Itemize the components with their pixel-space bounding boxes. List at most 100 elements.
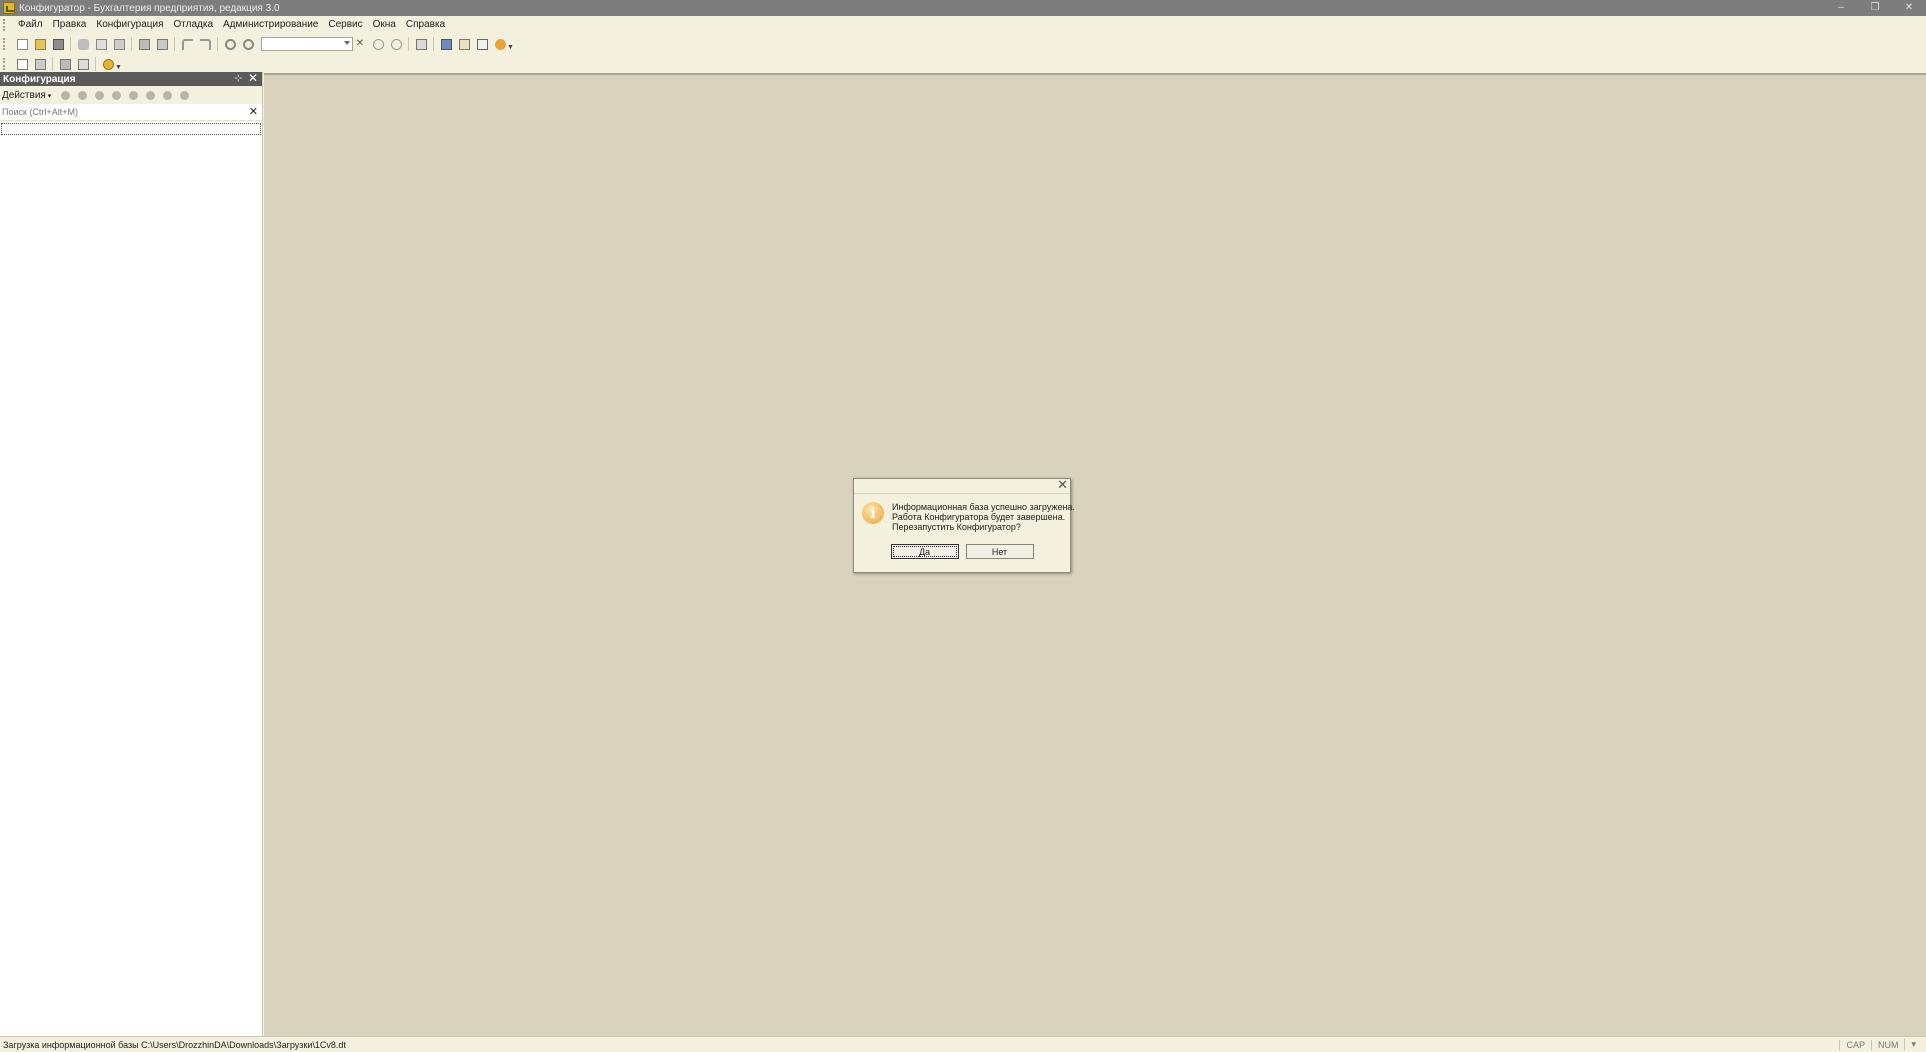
configuration-search-input[interactable] [0,106,244,118]
copy-button[interactable] [93,36,109,52]
clear-search-icon[interactable]: ✕ [249,105,258,118]
new-document-button[interactable] [14,36,30,52]
arrow-up-icon [129,90,139,100]
dialog-body: i Информационная база успешно загружена.… [854,494,1075,532]
delete-button[interactable] [110,88,124,102]
find-button[interactable] [222,36,238,52]
edit-button[interactable] [76,88,90,102]
close-panel-icon[interactable]: ✕ [248,71,258,85]
toolbar-separator [131,37,132,51]
open-button[interactable] [32,36,48,52]
toolbar-more-icon[interactable]: ▼ [507,44,514,51]
magnifier-icon [242,38,254,50]
close-window-button[interactable]: ✕ [1892,0,1926,16]
menu-file[interactable]: Файл [13,16,48,34]
pin-icon[interactable]: ⊹ [234,73,242,84]
no-button[interactable]: Нет [965,544,1034,559]
window-titlebar: Конфигуратор - Бухгалтерия предприятия, … [0,0,1926,16]
filter-icon [180,90,190,100]
window-title: Конфигуратор - Бухгалтерия предприятия, … [19,2,280,14]
num-lock-indicator: NUM [1870,1039,1905,1050]
save-icon [52,38,64,50]
configuration-search-bar: ✕ [0,104,262,121]
yes-button[interactable]: Да [890,544,959,559]
menu-windows[interactable]: Окна [368,16,401,34]
help-book-icon [476,38,488,50]
chevron-down-icon[interactable] [344,41,350,45]
menu-grip[interactable] [3,19,7,31]
toolbar-grip[interactable] [3,38,7,50]
find-icon [224,38,236,50]
printer-icon [138,38,150,50]
compare-icon [77,58,89,70]
toolbar-separator [95,57,96,71]
update-db-icon [59,58,71,70]
window-controls: – ❐ ✕ [1824,0,1926,16]
toolbar-separator [408,37,409,51]
app-logo-icon [3,2,15,14]
minimize-button[interactable]: – [1824,0,1858,16]
menu-administration[interactable]: Администрирование [218,16,323,34]
search-next-button[interactable] [388,36,404,52]
caps-lock-indicator: CAP [1839,1039,1871,1050]
menu-help[interactable]: Справка [401,16,450,34]
toolbar-separator [433,37,434,51]
compare-button[interactable] [75,56,91,72]
debug-start-button[interactable] [438,36,454,52]
config-tree-icon [16,58,28,70]
find-next-button[interactable] [240,36,256,52]
undo-button[interactable] [179,36,195,52]
status-bar: Загрузка информационной базы C:\Users\Dr… [0,1036,1926,1052]
configuration-tree[interactable] [1,123,261,135]
search-prev-button[interactable] [370,36,386,52]
dialog-message-line: Информационная база успешно загружена. [892,502,1075,512]
configuration-toolbar: ▼ [0,54,1926,74]
window-list-button[interactable] [413,36,429,52]
menu-debug[interactable]: Отладка [168,16,218,34]
db-config-button[interactable] [32,56,48,72]
update-db-button[interactable] [57,56,73,72]
toolbar-grip[interactable] [3,58,7,70]
workspace-area [264,73,1926,1036]
dialog-message-line: Перезапустить Конфигуратор? [892,522,1021,532]
book-search-icon [458,38,470,50]
save-button[interactable] [50,36,66,52]
status-menu-icon[interactable]: ▾ [1904,1039,1922,1050]
sort-icon [163,90,173,100]
print-button[interactable] [136,36,152,52]
print-preview-button[interactable] [154,36,170,52]
clear-search-icon[interactable]: ✕ [355,37,365,51]
open-config-button[interactable] [14,56,30,72]
search-combobox[interactable] [261,37,353,51]
db-config-icon [34,58,46,70]
add-button[interactable] [59,88,73,102]
cut-button[interactable] [75,36,91,52]
paste-button[interactable] [111,36,127,52]
toolbar-separator [52,57,53,71]
menu-edit[interactable]: Правка [48,16,92,34]
dialog-message-line: Работа Конфигуратора будет завершена. [892,512,1066,522]
copy-item-button[interactable] [93,88,107,102]
restart-dialog: ✕ i Информационная база успешно загружен… [853,478,1075,573]
scissors-icon [77,38,89,50]
menu-configuration[interactable]: Конфигурация [91,16,168,34]
move-down-button[interactable] [144,88,158,102]
toolbar-more-icon[interactable]: ▼ [115,64,122,71]
move-up-button[interactable] [127,88,141,102]
dialog-titlebar: ✕ [854,478,1070,494]
dialog-close-icon[interactable]: ✕ [1057,478,1068,492]
windows-icon [415,38,427,50]
redo-button[interactable] [197,36,213,52]
info-button[interactable] [492,36,508,52]
filter-button[interactable] [178,88,192,102]
restore-button[interactable]: ❐ [1858,0,1892,16]
help-content-button[interactable] [474,36,490,52]
menu-service[interactable]: Сервис [323,16,367,34]
actions-menu-button[interactable]: Действия [2,90,51,101]
new-document-icon [16,38,28,50]
standard-toolbar: ✕ ▼ [0,34,1926,54]
run-enterprise-button[interactable] [100,56,116,72]
pencil-icon [78,90,88,100]
sort-button[interactable] [161,88,175,102]
syntax-assistant-button[interactable] [456,36,472,52]
